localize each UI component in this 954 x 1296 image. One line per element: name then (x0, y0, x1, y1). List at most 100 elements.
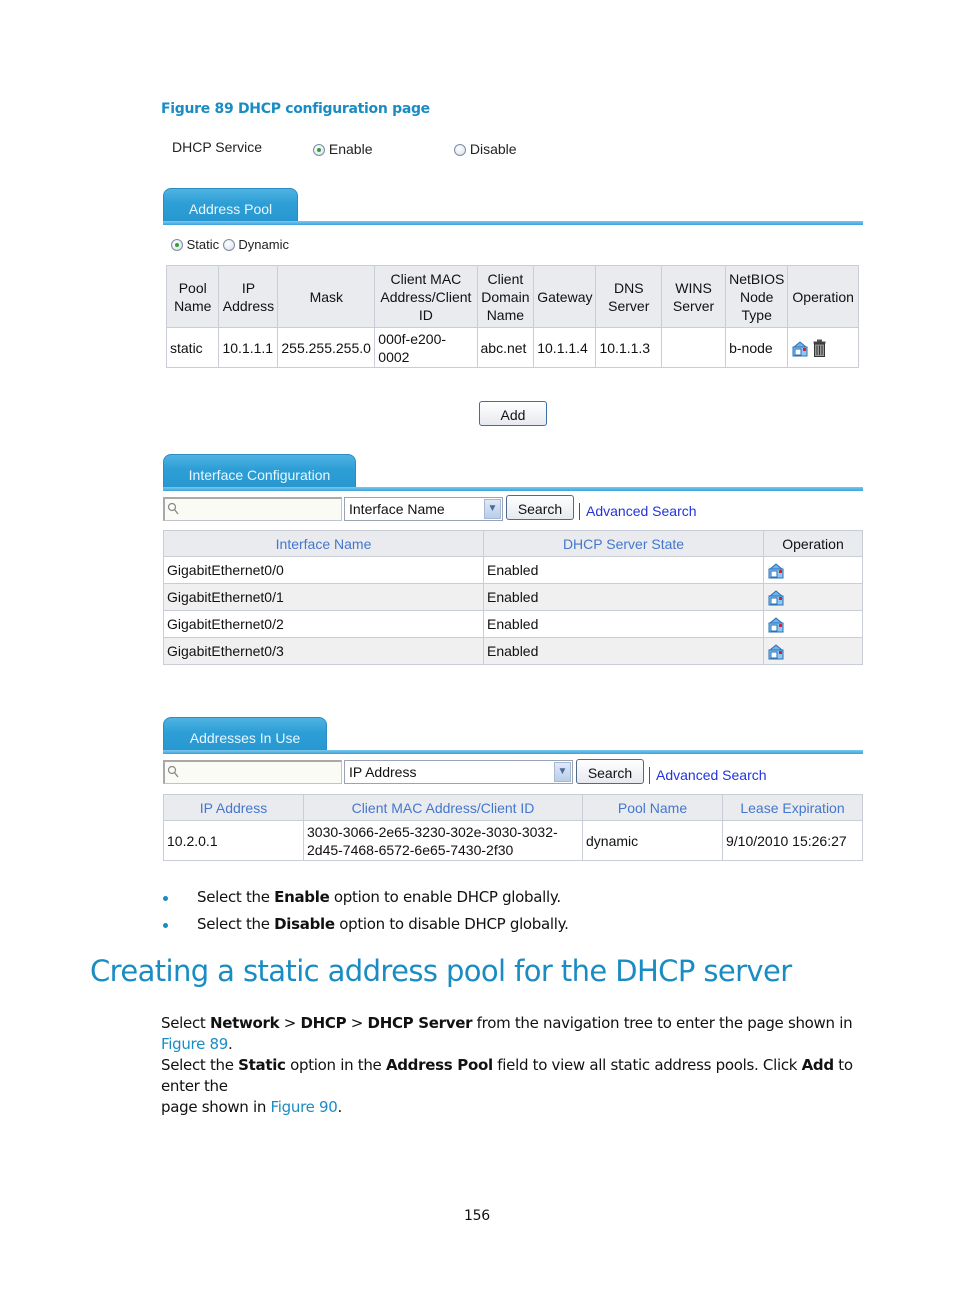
table-header-row: IP Address Client MAC Address/Client ID … (163, 794, 863, 821)
col-lease-expiration[interactable]: Lease Expiration (722, 794, 863, 821)
table-header-row: Interface Name DHCP Server State Operati… (163, 530, 863, 557)
separator (579, 503, 580, 520)
col-dhcp-server-state[interactable]: DHCP Server State (483, 530, 764, 557)
cell-pool-name: static (165, 327, 220, 368)
cell-lease: 9/10/2010 15:26:27 (722, 820, 863, 861)
tab-interface-configuration[interactable]: Interface Configuration (163, 454, 356, 490)
address-advanced-search-link[interactable]: Advanced Search (656, 767, 767, 783)
edit-icon[interactable] (791, 340, 809, 357)
edit-icon[interactable] (767, 589, 785, 606)
col-operation: Operation (787, 265, 859, 328)
col-operation: Operation (763, 530, 863, 557)
cell-operation (763, 556, 863, 584)
table-row: GigabitEthernet0/3 Enabled (163, 637, 863, 665)
table-row: GigabitEthernet0/0 Enabled (163, 556, 863, 584)
chevron-down-icon[interactable]: ▼ (554, 762, 571, 782)
cell-operation (763, 637, 863, 665)
interface-search-input[interactable] (163, 497, 342, 521)
col-dns-server: DNS Server (595, 265, 663, 328)
chevron-down-icon[interactable]: ▼ (484, 499, 501, 519)
cell-wins-server (661, 327, 727, 368)
radio-unselected-icon[interactable] (454, 144, 466, 156)
interface-table: Interface Name DHCP Server State Operati… (163, 530, 863, 665)
select-value: IP Address (349, 764, 417, 780)
cell-operation (763, 610, 863, 638)
radio-unselected-icon[interactable] (222, 239, 235, 251)
body-paragraph: Select Network > DHCP > DHCP Server from… (161, 1013, 866, 1118)
address-search-field-select[interactable]: IP Address ▼ (344, 760, 573, 784)
paragraph-line: Select Network > DHCP > DHCP Server from… (161, 1014, 853, 1053)
radio-selected-icon[interactable] (171, 239, 183, 251)
edit-icon[interactable] (767, 562, 785, 579)
table-header-row: Pool Name IP Address Mask Client MAC Addres… (165, 265, 859, 328)
col-netbios-type: NetBIOS Node Type (725, 265, 789, 328)
table-row: 10.2.0.1 3030-3066-2e65-3230-302e-3030-3… (163, 820, 863, 861)
cell-interface: GigabitEthernet0/3 (163, 637, 484, 665)
table-row: GigabitEthernet0/2 Enabled (163, 610, 863, 638)
paragraph-line: page shown in Figure 90. (161, 1098, 342, 1116)
cell-interface: GigabitEthernet0/0 (163, 556, 484, 584)
figure-89-link[interactable]: Figure 89 (161, 1035, 228, 1053)
col-client-id[interactable]: Client MAC Address/Client ID (303, 794, 583, 821)
dynamic-radio[interactable]: Dynamic (222, 237, 289, 252)
pool-mode-selector: Static Dynamic (171, 237, 289, 252)
edit-icon[interactable] (767, 616, 785, 633)
col-interface-name[interactable]: Interface Name (163, 530, 484, 557)
search-icon (167, 502, 179, 515)
col-mask: Mask (277, 265, 376, 328)
delete-icon[interactable] (813, 339, 826, 358)
cell-client-id: 000f-e200- 0002 (374, 327, 478, 368)
cell-interface: GigabitEthernet0/1 (163, 583, 484, 611)
col-pool-name[interactable]: Pool Name (582, 794, 723, 821)
dhcp-enable-radio[interactable]: Enable (313, 141, 372, 157)
col-ip-address[interactable]: IP Address (163, 794, 304, 821)
dhcp-enable-label: Enable (328, 141, 373, 157)
address-search-input[interactable] (163, 760, 342, 784)
col-ip-address: IP Address (218, 265, 279, 328)
radio-selected-icon[interactable] (313, 144, 325, 156)
interface-advanced-search-link[interactable]: Advanced Search (586, 503, 697, 519)
col-domain-name: Client Domain Name (476, 265, 535, 328)
tab-addresses-in-use[interactable]: Addresses In Use (163, 717, 327, 753)
bullet-item: Select the Disable option to disable DHC… (197, 915, 569, 933)
cell-ip: 10.2.0.1 (163, 820, 304, 861)
cell-state: Enabled (483, 610, 764, 638)
cell-state: Enabled (483, 637, 764, 665)
col-pool-name: Pool Name (165, 265, 220, 328)
col-wins-server: WINS Server (661, 265, 727, 328)
add-button[interactable]: Add (479, 401, 547, 426)
bullet-item: Select the Enable option to enable DHCP … (197, 888, 561, 906)
figure-caption: Figure 89 DHCP configuration page (161, 101, 430, 117)
interface-search-button[interactable]: Search (506, 495, 574, 520)
cell-gateway: 10.1.1.4 (533, 327, 597, 368)
edit-icon[interactable] (767, 643, 785, 660)
cell-netbios-type: b-node (725, 327, 789, 368)
page-number: 156 (464, 1208, 490, 1224)
tab-underline (163, 487, 863, 491)
col-client-id: Client MAC Address/Client ID (374, 265, 478, 328)
cell-pool: dynamic (582, 820, 723, 861)
cell-operation (763, 583, 863, 611)
paragraph-line: Select the Static option in the Address … (161, 1056, 853, 1095)
dhcp-disable-radio[interactable]: Disable (454, 141, 517, 157)
section-heading: Creating a static address pool for the D… (90, 954, 792, 988)
table-row: static 10.1.1.1 255.255.255.0 000f-e200-… (165, 327, 859, 368)
interface-search-field-select[interactable]: Interface Name ▼ (344, 497, 503, 521)
static-radio[interactable]: Static (171, 237, 219, 252)
select-value: Interface Name (349, 501, 445, 517)
separator (649, 767, 650, 784)
tab-address-pool[interactable]: Address Pool (163, 188, 298, 224)
search-icon (167, 765, 179, 778)
cell-client-id: 3030-3066-2e65-3230-302e-3030-3032- 2d45-… (303, 820, 583, 861)
tab-underline (163, 750, 863, 754)
cell-dns-server: 10.1.1.3 (595, 327, 663, 368)
cell-state: Enabled (483, 556, 764, 584)
col-gateway: Gateway (533, 265, 597, 328)
dhcp-service-label: DHCP Service (172, 139, 262, 155)
cell-state: Enabled (483, 583, 764, 611)
figure-90-link[interactable]: Figure 90 (271, 1098, 338, 1116)
address-search-button[interactable]: Search (576, 759, 644, 784)
cell-operation (787, 327, 859, 368)
tab-underline (163, 221, 863, 225)
bullet-icon (163, 896, 168, 901)
